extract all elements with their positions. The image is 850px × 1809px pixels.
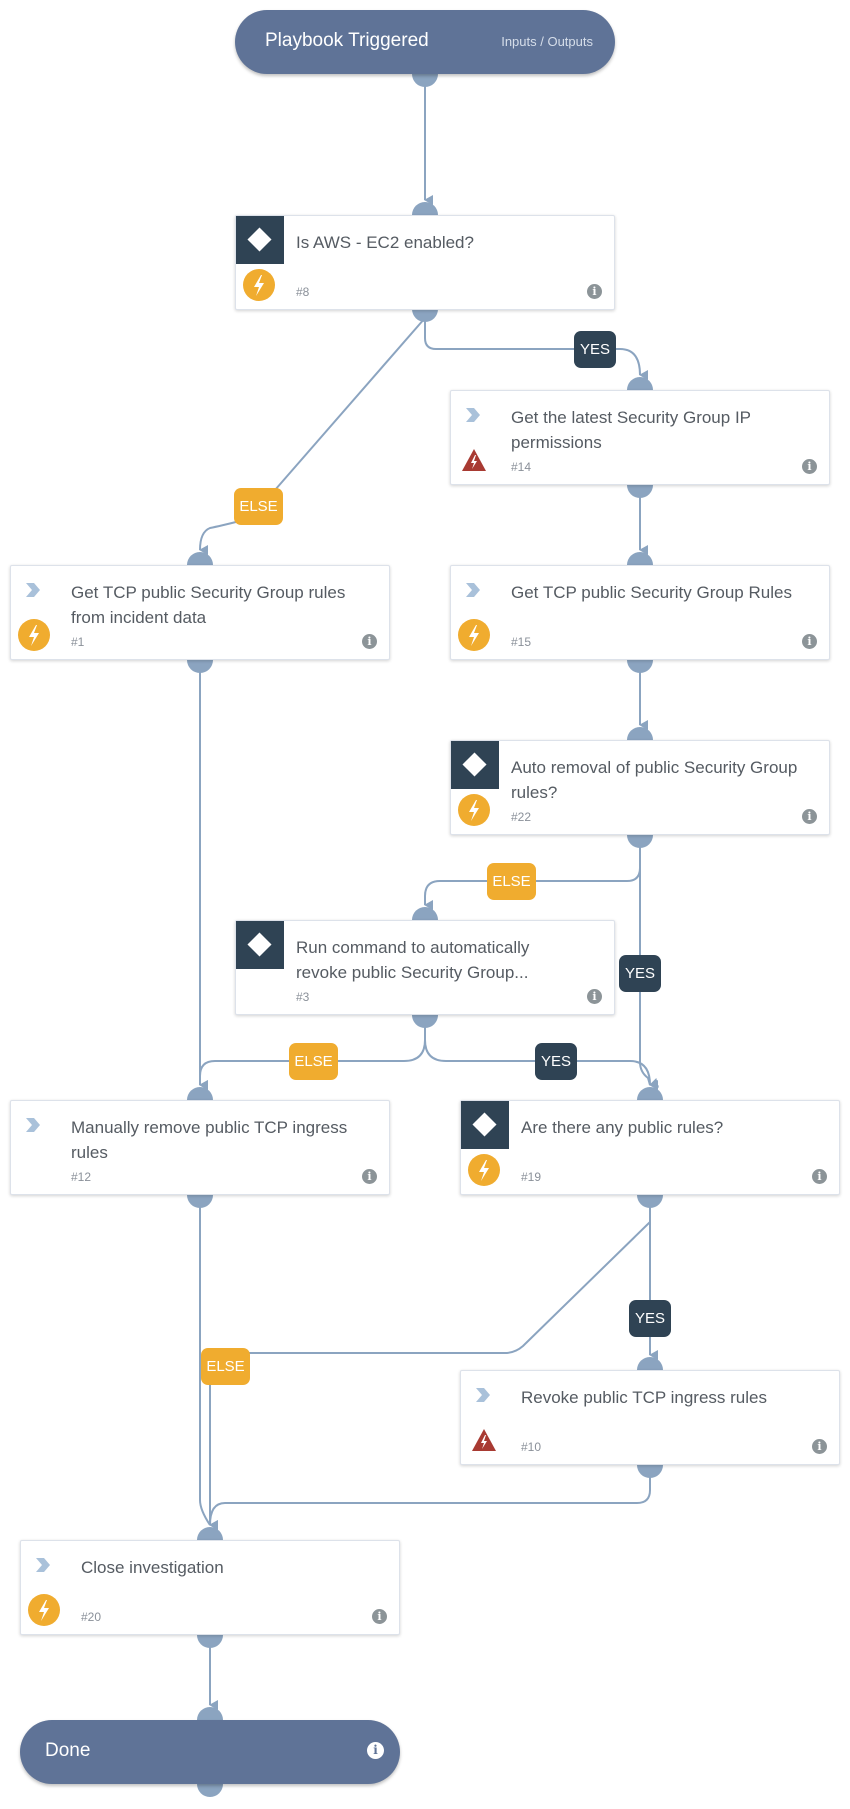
task-node-1[interactable]: Get TCP public Security Group rules from…: [10, 565, 390, 660]
task-node-15[interactable]: Get TCP public Security Group Rules #15 …: [450, 565, 830, 660]
task-node-22[interactable]: Auto removal of public Security Group ru…: [450, 740, 830, 835]
task-number: #15: [511, 635, 532, 649]
task-number: #20: [81, 1610, 102, 1624]
yes-badge[interactable]: YES: [574, 331, 616, 368]
task-node-10[interactable]: Revoke public TCP ingress rules #10 i: [460, 1370, 840, 1465]
task-label: Are there any public rules?: [521, 1118, 724, 1137]
task-node-3[interactable]: Run command to automatically revoke publ…: [235, 920, 615, 1015]
info-icon[interactable]: i: [372, 1609, 387, 1624]
info-icon[interactable]: i: [812, 1439, 827, 1454]
task-node-14[interactable]: Get the latest Security Group IP permiss…: [450, 390, 830, 485]
lightning-bolt-icon: [28, 1594, 60, 1626]
chevron-right-icon: [26, 583, 40, 597]
start-title: Playbook Triggered: [265, 30, 429, 51]
else-badge[interactable]: ELSE: [234, 488, 283, 525]
chevron-right-icon: [476, 1388, 490, 1402]
lightning-bolt-icon: [243, 269, 275, 301]
edge-n10-n20: [209, 1465, 651, 1531]
task-number: #19: [521, 1170, 542, 1184]
playbook-triggered-node[interactable]: Playbook Triggered Inputs / Outputs: [235, 10, 615, 74]
else-badge[interactable]: ELSE: [289, 1043, 338, 1080]
info-icon[interactable]: i: [367, 1742, 384, 1759]
done-node[interactable]: Done i: [20, 1720, 400, 1784]
task-label: Auto removal of public Security Group ru…: [511, 758, 798, 802]
yes-badge[interactable]: YES: [619, 955, 661, 992]
info-icon[interactable]: i: [587, 284, 602, 299]
task-label: Is AWS - EC2 enabled?: [296, 233, 474, 252]
warning-icon: [472, 1429, 496, 1451]
chevron-right-icon: [466, 583, 480, 597]
task-number: #3: [296, 990, 310, 1004]
info-icon[interactable]: i: [362, 1169, 377, 1184]
info-icon[interactable]: i: [802, 634, 817, 649]
info-icon[interactable]: i: [362, 634, 377, 649]
task-label: Get TCP public Security Group Rules: [511, 583, 792, 602]
info-icon[interactable]: i: [812, 1169, 827, 1184]
task-number: #8: [296, 285, 310, 299]
lightning-bolt-icon: [458, 794, 490, 826]
lightning-bolt-icon: [458, 619, 490, 651]
info-icon[interactable]: i: [802, 809, 817, 824]
task-label: Get TCP public Security Group rules from…: [71, 583, 346, 627]
task-label: Manually remove public TCP ingress rules: [71, 1118, 348, 1162]
condition-diamond-icon: [451, 741, 499, 789]
condition-diamond-icon: [236, 921, 284, 969]
inputs-outputs-link[interactable]: Inputs / Outputs: [501, 34, 593, 49]
task-label: Close investigation: [81, 1558, 224, 1577]
task-node-12[interactable]: Manually remove public TCP ingress rules…: [10, 1100, 390, 1195]
condition-diamond-icon: [236, 216, 284, 264]
task-number: #14: [511, 460, 532, 474]
edge-n8-n1-tail: [199, 520, 241, 556]
task-node-19[interactable]: Are there any public rules? #19 i: [460, 1100, 840, 1195]
end-title: Done: [45, 1740, 91, 1761]
chevron-right-icon: [466, 408, 480, 422]
task-label: Revoke public TCP ingress rules: [521, 1388, 767, 1407]
task-node-8[interactable]: Is AWS - EC2 enabled? #8 i: [235, 215, 615, 310]
task-label: Run command to automatically revoke publ…: [296, 938, 530, 982]
yes-badge[interactable]: YES: [629, 1300, 671, 1337]
lightning-bolt-icon: [18, 619, 50, 651]
yes-badge[interactable]: YES: [535, 1043, 577, 1080]
chevron-right-icon: [36, 1558, 50, 1572]
condition-diamond-icon: [461, 1101, 509, 1149]
task-number: #12: [71, 1170, 92, 1184]
chevron-right-icon: [26, 1118, 40, 1132]
else-badge[interactable]: ELSE: [487, 863, 536, 900]
task-node-20[interactable]: Close investigation #20 i: [20, 1540, 400, 1635]
warning-icon: [462, 449, 486, 471]
info-icon[interactable]: i: [587, 989, 602, 1004]
task-number: #1: [71, 635, 85, 649]
info-icon[interactable]: i: [802, 459, 817, 474]
else-badge[interactable]: ELSE: [201, 1348, 250, 1385]
task-label: Get the latest Security Group IP permiss…: [511, 408, 751, 452]
edge-n8-n1: [274, 317, 426, 491]
lightning-bolt-icon: [468, 1154, 500, 1186]
task-number: #10: [521, 1440, 542, 1454]
task-number: #22: [511, 810, 532, 824]
